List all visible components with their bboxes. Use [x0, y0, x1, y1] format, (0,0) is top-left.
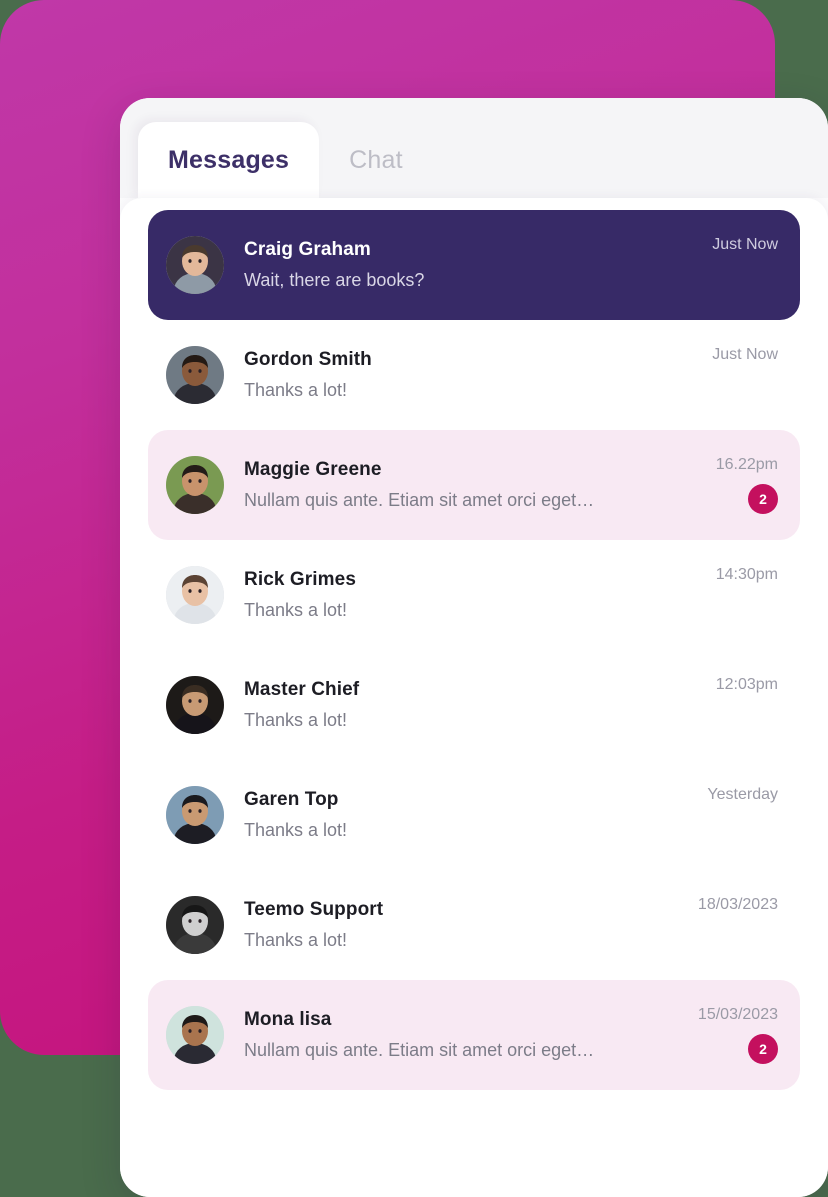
- message-sender-name: Master Chief: [244, 679, 360, 700]
- message-preview-text: Nullam quis ante. Etiam sit amet orci eg…: [244, 490, 595, 510]
- avatar-teemo-support: [166, 896, 224, 954]
- message-row-body: Gordon Smith Thanks a lot!: [244, 349, 682, 401]
- message-row-meta: 15/03/2023 2: [682, 1006, 778, 1064]
- message-sender-name: Mona lisa: [244, 1009, 332, 1030]
- message-row-body: Maggie Greene Nullam quis ante. Etiam sit…: [244, 459, 682, 511]
- message-timestamp: Just Now: [712, 346, 778, 363]
- message-row[interactable]: Mona lisa Nullam quis ante. Etiam sit ame…: [148, 980, 800, 1090]
- message-row[interactable]: Maggie Greene Nullam quis ante. Etiam sit…: [148, 430, 800, 540]
- message-timestamp: Just Now: [712, 236, 778, 253]
- message-list: Craig Graham Wait, there are books? Just N…: [120, 198, 828, 1197]
- message-preview-text: Thanks a lot!: [244, 380, 348, 400]
- message-row[interactable]: Master Chief Thanks a lot! 12:03pm: [148, 650, 800, 760]
- message-row[interactable]: Craig Graham Wait, there are books? Just N…: [148, 210, 800, 320]
- message-timestamp: 14:30pm: [715, 566, 778, 583]
- avatar-rick-grimes: [166, 566, 224, 624]
- unread-count-badge: 2: [748, 484, 778, 514]
- message-row[interactable]: Gordon Smith Thanks a lot! Just Now: [148, 320, 800, 430]
- avatar-gordon-smith: [166, 346, 224, 404]
- message-preview-text: Thanks a lot!: [244, 600, 348, 620]
- message-sender-name: Gordon Smith: [244, 349, 372, 370]
- message-preview-text: Nullam quis ante. Etiam sit amet orci eg…: [244, 1040, 595, 1060]
- avatar-garen-top: [166, 786, 224, 844]
- message-row-meta: 16.22pm 2: [682, 456, 778, 514]
- avatar-master-chief: [166, 676, 224, 734]
- message-sender-name: Craig Graham: [244, 239, 371, 260]
- message-preview-text: Wait, there are books?: [244, 270, 425, 290]
- avatar-mona-lisa: [166, 1006, 224, 1064]
- message-row-meta: Just Now: [682, 346, 778, 404]
- message-row[interactable]: Teemo Support Thanks a lot! 18/03/2023: [148, 870, 800, 980]
- message-row-meta: 14:30pm: [682, 566, 778, 624]
- message-row-body: Mona lisa Nullam quis ante. Etiam sit ame…: [244, 1009, 682, 1061]
- message-preview-text: Thanks a lot!: [244, 710, 348, 730]
- message-preview-text: Thanks a lot!: [244, 930, 348, 950]
- message-sender-name: Teemo Support: [244, 899, 384, 920]
- tab-chat[interactable]: Chat: [319, 122, 433, 198]
- tab-messages-label: Messages: [168, 145, 290, 174]
- message-row[interactable]: Rick Grimes Thanks a lot! 14:30pm: [148, 540, 800, 650]
- message-row-meta: Just Now: [682, 236, 778, 294]
- message-row-body: Teemo Support Thanks a lot!: [244, 899, 682, 951]
- message-row[interactable]: Garen Top Thanks a lot! Yesterday: [148, 760, 800, 870]
- message-timestamp: 18/03/2023: [697, 896, 778, 913]
- avatar-craig-graham: [166, 236, 224, 294]
- message-row-body: Garen Top Thanks a lot!: [244, 789, 682, 841]
- tab-chat-label: Chat: [349, 145, 403, 174]
- message-timestamp: Yesterday: [707, 786, 778, 803]
- message-timestamp: 16.22pm: [715, 456, 778, 473]
- message-row-meta: 12:03pm: [682, 676, 778, 734]
- message-row-body: Rick Grimes Thanks a lot!: [244, 569, 682, 621]
- message-row-meta: Yesterday: [682, 786, 778, 844]
- tab-messages[interactable]: Messages: [138, 122, 320, 198]
- message-timestamp: 12:03pm: [715, 676, 778, 693]
- avatar-maggie-greene: [166, 456, 224, 514]
- message-sender-name: Rick Grimes: [244, 569, 356, 590]
- message-preview-text: Thanks a lot!: [244, 820, 348, 840]
- message-row-meta: 18/03/2023: [682, 896, 778, 954]
- message-sender-name: Garen Top: [244, 789, 339, 810]
- unread-count-badge: 2: [748, 1034, 778, 1064]
- tab-bar: Messages Chat: [120, 98, 828, 198]
- messages-card: Messages Chat Craig Graham Wait, there ar…: [120, 98, 828, 1197]
- message-sender-name: Maggie Greene: [244, 459, 382, 480]
- message-timestamp: 15/03/2023: [697, 1006, 778, 1023]
- message-row-body: Craig Graham Wait, there are books?: [244, 239, 682, 291]
- message-row-body: Master Chief Thanks a lot!: [244, 679, 682, 731]
